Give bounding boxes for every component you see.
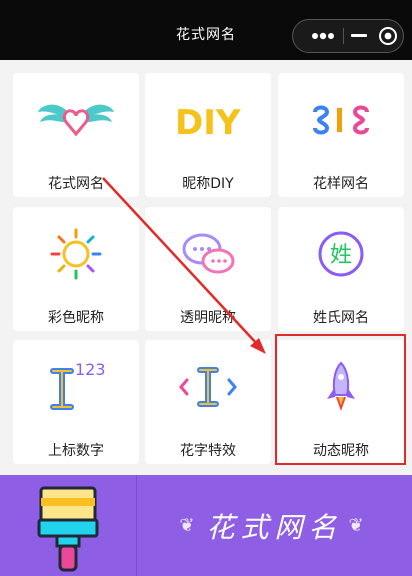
diy-letters-icon: DIY: [145, 85, 271, 155]
tile-transparent-nickname[interactable]: 透明昵称: [145, 207, 271, 331]
tile-label: 彩色昵称: [48, 310, 104, 326]
capsule-divider: [343, 28, 344, 44]
superscript-icon: 123: [13, 352, 139, 422]
tile-surname-name[interactable]: 姓 姓氏网名: [278, 207, 404, 331]
winged-heart-icon: [13, 85, 139, 155]
tile-nickname-diy[interactable]: DIY 昵称DIY: [145, 73, 271, 197]
text-cursor-icon: [145, 352, 271, 422]
tile-text-effects[interactable]: 花字特效: [145, 340, 271, 464]
tile-label: 花样网名: [313, 176, 369, 192]
target-icon: [379, 27, 397, 45]
tile-label: 昵称DIY: [182, 176, 234, 192]
close-button[interactable]: [373, 20, 403, 52]
tile-label: 上标数字: [48, 443, 104, 459]
highlight-box: [275, 334, 406, 465]
minus-icon: [350, 34, 367, 37]
tile-fancy-name[interactable]: 花式网名: [13, 73, 139, 197]
svg-text:123: 123: [75, 360, 106, 379]
svg-text:姓: 姓: [330, 243, 352, 268]
tile-label: 姓氏网名: [313, 310, 369, 326]
tile-label: 透明昵称: [180, 310, 236, 326]
bottom-banner[interactable]: ❦ 花式网名 ❦: [0, 475, 412, 576]
surname-badge-icon: 姓: [278, 219, 404, 289]
tile-pattern-name[interactable]: 花样网名: [278, 73, 404, 197]
tile-superscript-number[interactable]: 123 上标数字: [13, 340, 139, 464]
title-bar: 花式网名: [0, 0, 412, 60]
svg-text:DIY: DIY: [175, 103, 241, 140]
banner-slogan-text: 花式网名: [206, 510, 343, 544]
mini-program-capsule: [292, 19, 404, 53]
banner-slogan: ❦ 花式网名 ❦: [137, 475, 412, 576]
more-dots-icon: [312, 32, 334, 40]
paint-brush-icon: [0, 475, 136, 576]
tile-colorful-nickname[interactable]: 彩色昵称: [13, 207, 139, 331]
more-options-button[interactable]: [306, 20, 340, 52]
chat-bubbles-icon: [145, 219, 271, 289]
sun-icon: [13, 219, 139, 289]
minimize-button[interactable]: [346, 20, 371, 52]
colorful-symbol-icon: [278, 85, 404, 155]
tile-label: 花式网名: [48, 176, 104, 192]
flourish-right-icon: ❦: [348, 515, 370, 536]
flourish-left-icon: ❦: [179, 515, 201, 536]
tile-label: 花字特效: [180, 443, 236, 459]
